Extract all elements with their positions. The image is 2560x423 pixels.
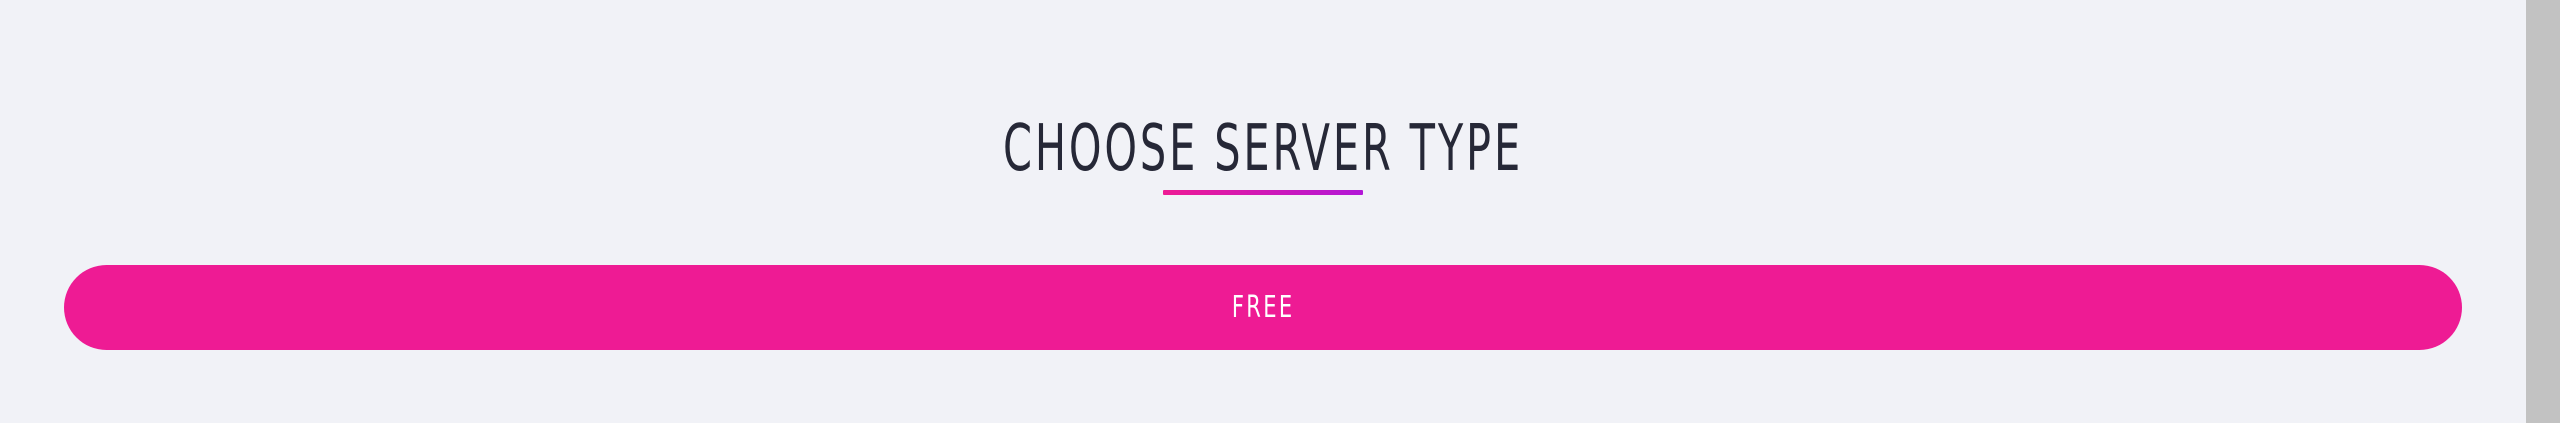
free-server-button[interactable]: FREE bbox=[64, 265, 2462, 350]
title-underline bbox=[1163, 190, 1363, 195]
free-server-label: FREE bbox=[1231, 290, 1295, 325]
server-type-section: CHOOSE SERVER TYPE FREE bbox=[0, 0, 2526, 423]
section-title: CHOOSE SERVER TYPE bbox=[1002, 111, 1524, 186]
vertical-scrollbar[interactable] bbox=[2526, 0, 2560, 423]
scrollbar-thumb[interactable] bbox=[2526, 0, 2560, 423]
